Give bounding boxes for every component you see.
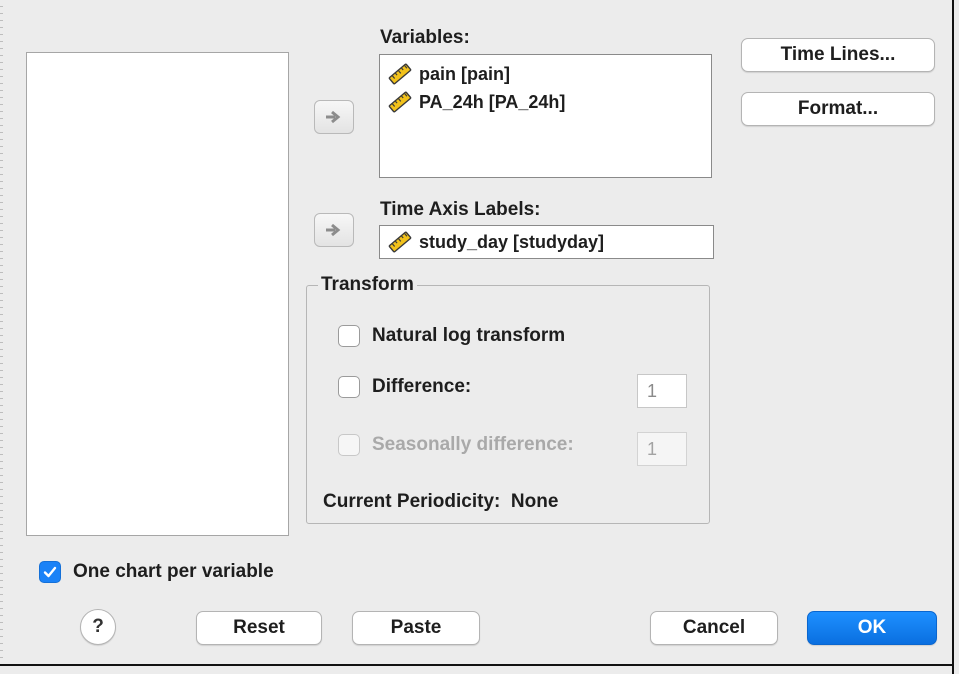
ruler-scale-icon [388, 91, 412, 113]
ok-button[interactable]: OK [807, 611, 937, 645]
checkmark-icon [43, 566, 57, 578]
seasonal-difference-checkbox[interactable] [338, 434, 360, 456]
variable-name: PA_24h [PA_24h] [419, 91, 566, 112]
window-border-right [952, 0, 954, 674]
variables-list-item[interactable]: pain [pain] [388, 61, 510, 87]
variables-list[interactable]: pain [pain] PA_24h [PA_24h] [379, 54, 712, 178]
seasonal-difference-label: Seasonally difference: [372, 434, 574, 455]
window-border-bottom [0, 664, 954, 666]
move-to-time-axis-button[interactable] [314, 213, 354, 247]
time-lines-button[interactable]: Time Lines... [741, 38, 935, 72]
time-axis-variable-name: study_day [studyday] [419, 231, 605, 252]
difference-checkbox[interactable] [338, 376, 360, 398]
right-arrow-icon [326, 223, 341, 237]
format-button[interactable]: Format... [741, 92, 935, 126]
reset-button[interactable]: Reset [196, 611, 322, 645]
variables-label: Variables: [380, 27, 470, 48]
variables-list-item[interactable]: PA_24h [PA_24h] [388, 89, 565, 115]
cancel-button[interactable]: Cancel [650, 611, 778, 645]
natural-log-label: Natural log transform [372, 325, 566, 346]
transform-title: Transform [318, 274, 417, 296]
ruler-scale-icon [388, 231, 412, 253]
difference-label: Difference: [372, 376, 472, 397]
right-arrow-icon [326, 110, 341, 124]
time-sequence-plot-dialog: Variables: pain [pain] PA_24h [PA_24h] T… [0, 0, 959, 674]
natural-log-checkbox[interactable] [338, 325, 360, 347]
difference-order-field[interactable]: 1 [637, 374, 687, 408]
current-periodicity-text: Current Periodicity: None [323, 491, 559, 512]
ruler-scale-icon [388, 63, 412, 85]
time-axis-labels-label: Time Axis Labels: [380, 199, 541, 220]
help-button[interactable]: ? [80, 609, 116, 645]
one-chart-per-variable-label: One chart per variable [73, 561, 274, 582]
move-to-variables-button[interactable] [314, 100, 354, 134]
paste-button[interactable]: Paste [352, 611, 480, 645]
window-edge [0, 0, 3, 664]
time-axis-variable[interactable]: study_day [studyday] [388, 229, 604, 255]
one-chart-per-variable-checkbox[interactable] [39, 561, 61, 583]
variable-name: pain [pain] [419, 63, 510, 84]
source-variable-list[interactable] [26, 52, 289, 536]
seasonal-difference-order-field[interactable]: 1 [637, 432, 687, 466]
time-axis-labels-field[interactable]: study_day [studyday] [379, 225, 714, 259]
